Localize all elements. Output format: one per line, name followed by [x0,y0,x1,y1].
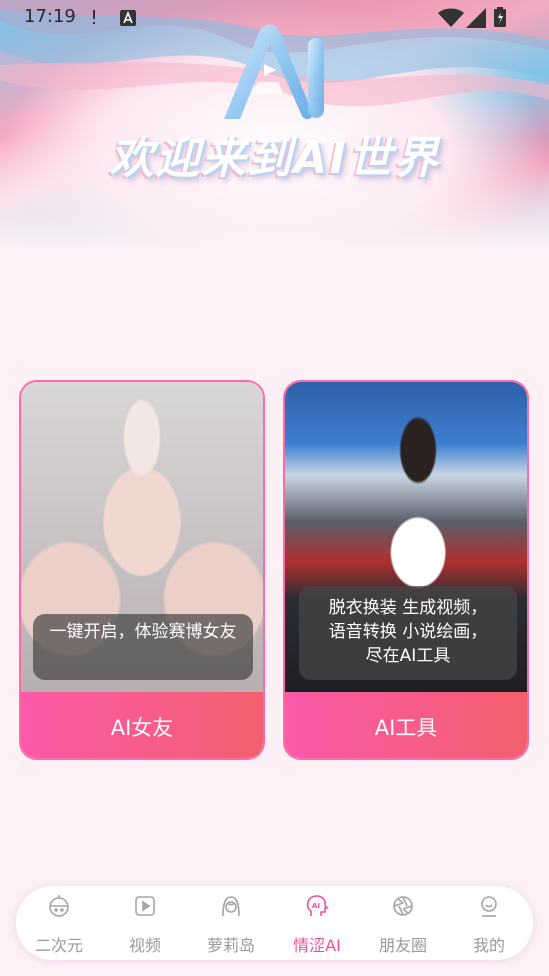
ai-head-icon: AI [306,895,329,916]
app-notification-icon [120,10,136,26]
ai-girlfriend-card[interactable]: 一键开启，体验赛博女友 AI女友 [19,380,265,760]
tab-moments[interactable]: 朋友圈 [360,886,446,960]
card-caption: 脱衣换装 生成视频， 语音转换 小说绘画， 尽在AI工具 [299,586,517,680]
tab-ai[interactable]: AI 情涩AI [274,886,360,960]
ai-tools-label[interactable]: AI工具 [285,692,527,758]
video-play-icon [135,896,155,916]
tab-loli-island[interactable]: 萝莉岛 [188,886,274,960]
tab-video[interactable]: 视频 [102,886,188,960]
tab-label: 二次元 [34,936,83,955]
tab-label: 情涩AI [293,936,341,955]
profile-icon [481,896,497,917]
tab-label: 视频 [128,936,161,955]
wifi-icon [438,8,464,27]
status-time: 17:19 [24,6,76,27]
tab-label: 朋友圈 [378,936,427,955]
bottom-tab-bar: 二次元 视频 萝莉岛 AI 情涩AI 朋友圈 我的 [16,886,533,960]
notification-icon [93,10,95,24]
ai-girlfriend-label[interactable]: AI女友 [21,692,263,758]
svg-text:AI: AI [312,902,320,910]
anime-icon [49,895,69,917]
welcome-title: 欢迎来到AI世界 [109,133,440,184]
caption-line: 语音转换 小说绘画， [328,622,488,642]
signal-icon [466,8,486,28]
aperture-icon [393,896,413,916]
caption-line: 尽在AI工具 [365,646,451,666]
tab-label: 我的 [472,936,505,955]
battery-icon [494,7,506,27]
girl-face-icon [222,896,240,917]
ai-logo-icon [224,24,324,120]
ai-tools-card[interactable]: 脱衣换装 生成视频， 语音转换 小说绘画， 尽在AI工具 AI工具 [283,380,529,760]
caption-line: 脱衣换装 生成视频， [328,598,488,618]
tab-label: 萝莉岛 [206,936,255,955]
tab-mine[interactable]: 我的 [446,886,532,960]
card-caption: 一键开启，体验赛博女友 [33,614,253,680]
tab-anime[interactable]: 二次元 [16,886,102,960]
